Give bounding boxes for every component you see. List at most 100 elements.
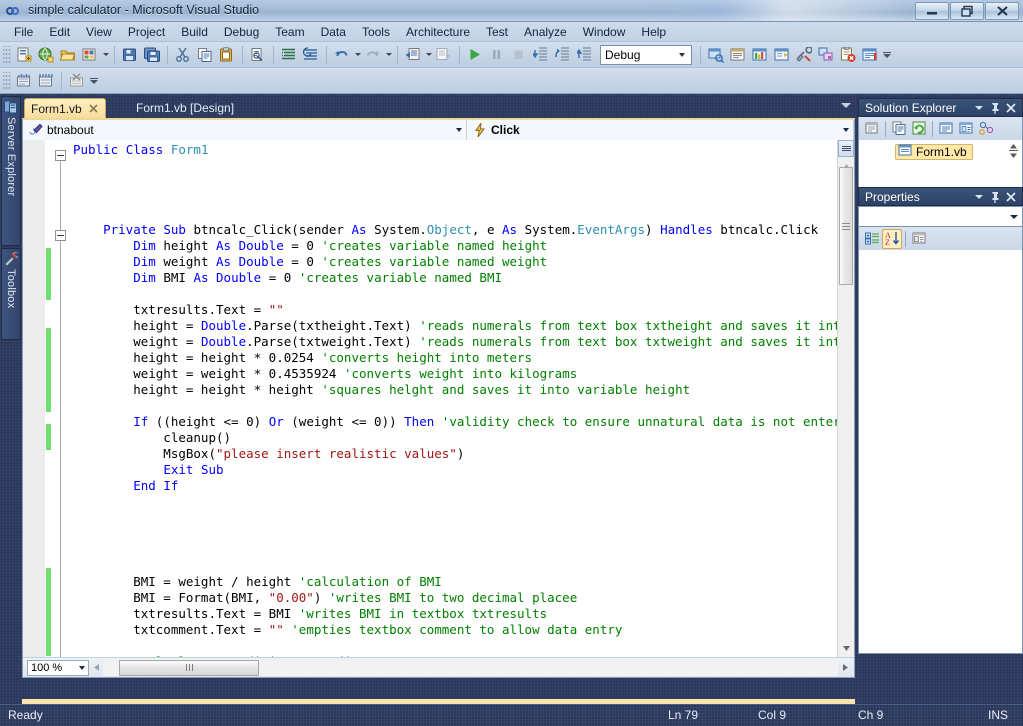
navigate-backward-dropdown-icon[interactable]: [424, 44, 433, 66]
menu-item-edit[interactable]: Edit: [41, 23, 78, 41]
scroll-right-arrow-icon[interactable]: [838, 660, 852, 676]
text-editor-toolbar-overflow-icon[interactable]: [88, 70, 100, 92]
close-button[interactable]: [985, 2, 1019, 20]
code-line[interactable]: Public Class Form1: [71, 142, 854, 158]
properties-grid[interactable]: [858, 250, 1023, 654]
stop-icon[interactable]: [508, 44, 530, 66]
document-tab-form1-vb-design[interactable]: Form1.vb [Design]: [130, 98, 240, 118]
code-line[interactable]: [71, 542, 854, 558]
menu-item-architecture[interactable]: Architecture: [398, 23, 478, 41]
insert-snippet-icon[interactable]: [13, 70, 35, 92]
object-browser-icon[interactable]: [749, 44, 771, 66]
properties-object-combo[interactable]: [858, 206, 1023, 227]
outlining-collapse-box[interactable]: [55, 150, 66, 161]
copy-icon[interactable]: [194, 44, 216, 66]
scroll-left-arrow-icon[interactable]: [89, 660, 103, 676]
comment-lines-icon[interactable]: [278, 44, 300, 66]
properties-window-icon[interactable]: [727, 44, 749, 66]
toolbar-overflow-icon[interactable]: [881, 44, 893, 66]
menu-item-file[interactable]: File: [6, 23, 41, 41]
open-file-icon[interactable]: [57, 44, 79, 66]
close-icon[interactable]: [1003, 100, 1019, 116]
code-line[interactable]: Private Sub btncalc_Click(sender As Syst…: [71, 222, 854, 238]
code-line[interactable]: [71, 558, 854, 574]
navigation-object-combo[interactable]: btnabout: [23, 120, 467, 140]
cut-icon[interactable]: [172, 44, 194, 66]
menu-item-project[interactable]: Project: [120, 23, 173, 41]
add-new-item-icon[interactable]: [79, 44, 101, 66]
code-line[interactable]: [71, 510, 854, 526]
solution-tree[interactable]: Form1.vb: [858, 140, 1023, 188]
new-web-site-icon[interactable]: [35, 44, 57, 66]
redo-dropdown-icon[interactable]: [384, 44, 393, 66]
code-line[interactable]: Exit Sub: [71, 462, 854, 478]
error-list-icon[interactable]: [837, 44, 859, 66]
property-pages-icon[interactable]: [909, 229, 929, 249]
code-line[interactable]: [71, 174, 854, 190]
code-line[interactable]: Dim height As Double = 0 'creates variab…: [71, 238, 854, 254]
show-all-files-icon[interactable]: [889, 119, 909, 139]
minimize-button[interactable]: [915, 2, 949, 20]
menu-item-help[interactable]: Help: [633, 23, 674, 41]
document-tab-form1-vb[interactable]: Form1.vb: [24, 98, 106, 118]
code-line[interactable]: [71, 494, 854, 510]
split-view-handle[interactable]: [838, 140, 854, 157]
scroll-down-arrow-icon[interactable]: [838, 640, 854, 657]
step-out-icon[interactable]: [574, 44, 596, 66]
code-line[interactable]: [71, 638, 854, 654]
pause-icon[interactable]: [486, 44, 508, 66]
code-text-area[interactable]: Public Class Form1 Private Sub btncalc_C…: [71, 140, 854, 657]
uncomment-lines-icon[interactable]: [300, 44, 322, 66]
code-line[interactable]: [71, 286, 854, 302]
refresh-icon[interactable]: [909, 119, 929, 139]
toolbox-icon[interactable]: [771, 44, 793, 66]
vertical-scroll-thumb[interactable]: [839, 167, 853, 285]
restore-button[interactable]: [950, 2, 984, 20]
code-line[interactable]: Dim BMI As Double = 0 'creates variable …: [71, 270, 854, 286]
code-line[interactable]: MsgBox("please insert realistic values"): [71, 446, 854, 462]
toolbar-grip-secondary[interactable]: [3, 72, 11, 90]
solution-explorer-icon[interactable]: [705, 44, 727, 66]
step-over-icon[interactable]: [552, 44, 574, 66]
add-item-dropdown-icon[interactable]: [101, 44, 110, 66]
editor-vertical-scrollbar[interactable]: [837, 140, 854, 657]
close-icon[interactable]: [88, 103, 99, 114]
undo-icon[interactable]: [331, 44, 353, 66]
categorized-icon[interactable]: [862, 229, 882, 249]
panel-menu-icon[interactable]: [971, 100, 987, 116]
redo-icon[interactable]: [362, 44, 384, 66]
start-debugging-icon[interactable]: [464, 44, 486, 66]
surround-with-icon[interactable]: [35, 70, 57, 92]
code-line[interactable]: [71, 190, 854, 206]
editor-horizontal-scrollbar[interactable]: 100 %: [23, 657, 854, 677]
undo-dropdown-icon[interactable]: [353, 44, 362, 66]
menu-item-build[interactable]: Build: [173, 23, 216, 41]
navigate-forward-icon[interactable]: [433, 44, 455, 66]
code-surface[interactable]: Public Class Form1 Private Sub btncalc_C…: [23, 140, 854, 657]
outlining-collapse-box[interactable]: [55, 230, 66, 241]
toolbar-grip[interactable]: [3, 46, 11, 64]
zoom-level-combo[interactable]: 100 %: [27, 660, 89, 676]
menu-item-test[interactable]: Test: [478, 23, 516, 41]
view-class-diagram-icon[interactable]: [976, 119, 996, 139]
code-line[interactable]: weight = Double.Parse(txtweight.Text) 'r…: [71, 334, 854, 350]
tree-scroll-stepper[interactable]: [1007, 143, 1020, 159]
paste-icon[interactable]: [216, 44, 238, 66]
find-icon[interactable]: [247, 44, 269, 66]
menu-item-analyze[interactable]: Analyze: [516, 23, 575, 41]
save-all-icon[interactable]: [141, 44, 163, 66]
code-line[interactable]: End If: [71, 478, 854, 494]
auto-hide-pin-icon[interactable]: [987, 100, 1003, 116]
output-window-icon[interactable]: [859, 44, 881, 66]
chevron-down-icon[interactable]: [843, 120, 849, 140]
code-line[interactable]: [71, 206, 854, 222]
auto-hide-pin-icon[interactable]: [987, 189, 1003, 205]
chevron-down-icon[interactable]: [456, 120, 462, 140]
view-code-icon[interactable]: [936, 119, 956, 139]
navigation-member-combo[interactable]: Click: [467, 120, 854, 140]
code-line[interactable]: txtresults.Text = "": [71, 302, 854, 318]
comment-out-icon[interactable]: [66, 70, 88, 92]
code-line[interactable]: txtcomment.Text = "" 'empties textbox co…: [71, 622, 854, 638]
new-project-icon[interactable]: [13, 44, 35, 66]
menu-item-data[interactable]: Data: [313, 23, 354, 41]
